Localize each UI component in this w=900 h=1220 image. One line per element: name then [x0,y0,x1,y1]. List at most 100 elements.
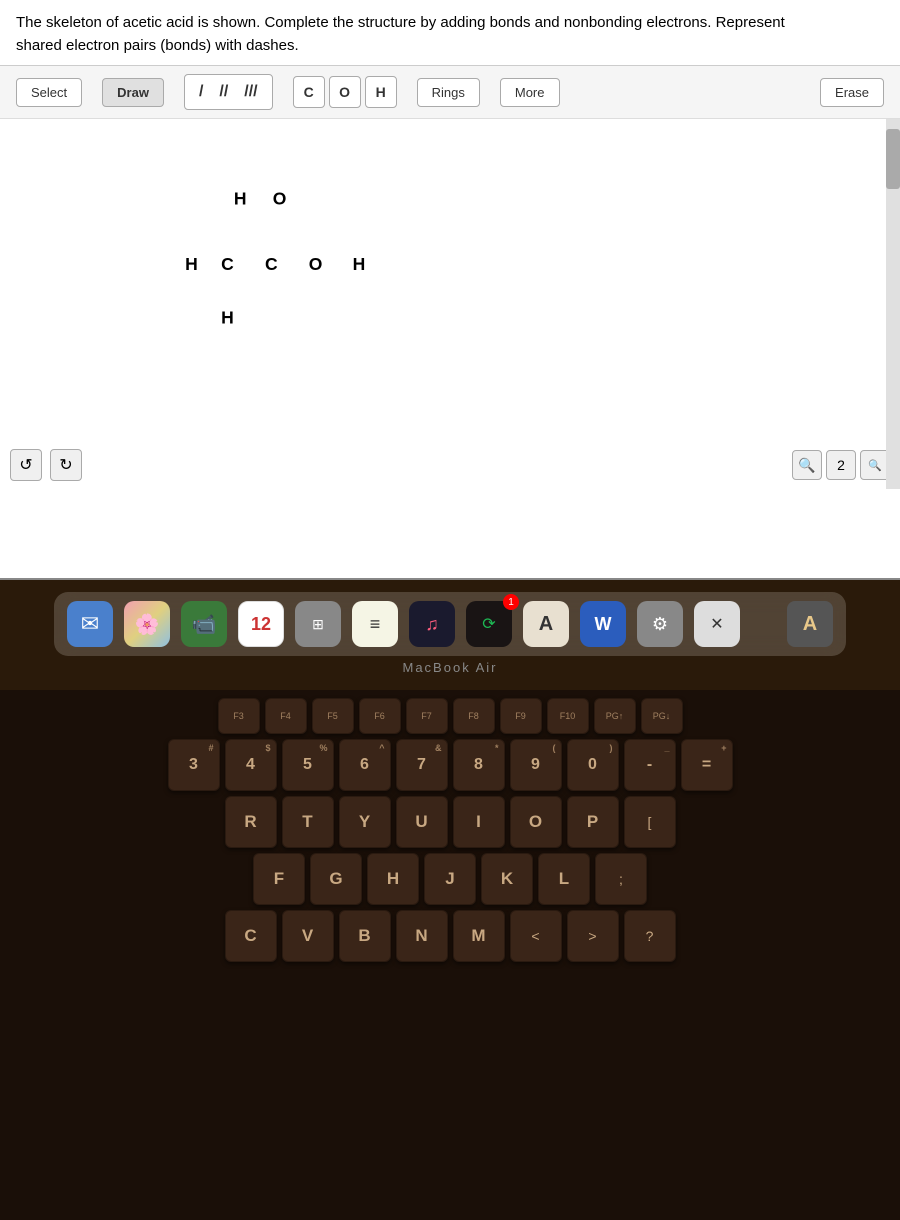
atom-H-left: H [185,254,198,274]
more-button[interactable]: More [500,78,560,107]
triple-bond-button[interactable]: /// [238,79,263,105]
key-slash[interactable]: ? [624,910,676,962]
rings-button[interactable]: Rings [417,78,480,107]
atom-C-right: C [265,254,278,274]
key-p[interactable]: P [567,796,619,848]
key-j[interactable]: J [424,853,476,905]
asdf-row: F G H J K L ; [20,853,880,905]
select-button[interactable]: Select [16,78,82,107]
key-f3[interactable]: F3 [218,698,260,734]
dock-reminders[interactable]: ≡ [349,598,401,650]
dock-spotify[interactable]: ⟳ 1 [463,598,515,650]
key-5[interactable]: % 5 [282,739,334,791]
key-v[interactable]: V [282,910,334,962]
dock-word[interactable]: W [577,598,629,650]
key-i[interactable]: I [453,796,505,848]
key-c-left[interactable]: C [225,910,277,962]
atom-O-top: O [273,189,287,209]
scrollbar[interactable] [886,119,900,489]
atom-H-right: H [353,254,366,274]
key-h[interactable]: H [367,853,419,905]
key-f10[interactable]: F10 [547,698,589,734]
key-6[interactable]: ^ 6 [339,739,391,791]
hydrogen-button[interactable]: H [365,76,397,108]
key-f7[interactable]: F7 [406,698,448,734]
key-o[interactable]: O [510,796,562,848]
keyboard: F3 F4 F5 F6 F7 F8 F9 F10 PG↑ PG↓ # 3 $ 4… [0,690,900,1220]
dock-mail[interactable]: ✉ [64,598,116,650]
key-f5[interactable]: F5 [312,698,354,734]
macos-area: ✉ 🌸 📹 12 ⊞ ≡ ♫ ⟳ 1 A W ⚙ [0,580,900,1200]
key-f[interactable]: F [253,853,305,905]
key-u[interactable]: U [396,796,448,848]
atom-C-left: C [221,254,234,274]
key-y[interactable]: Y [339,796,391,848]
key-t[interactable]: T [282,796,334,848]
dock-launchpad[interactable]: ⊞ [292,598,344,650]
key-8[interactable]: * 8 [453,739,505,791]
dock-settings[interactable]: ⚙ [634,598,686,650]
single-bond-button[interactable]: / [193,79,209,105]
erase-button[interactable]: Erase [820,78,884,107]
key-l[interactable]: L [538,853,590,905]
macbook-label: MacBook Air [403,660,498,675]
draw-button[interactable]: Draw [102,78,164,107]
redo-button[interactable]: ↻ [50,449,82,481]
dock-font[interactable]: A [520,598,572,650]
key-f12[interactable]: PG↓ [641,698,683,734]
num-key-row: # 3 $ 4 % 5 ^ 6 & 7 * 8 [20,739,880,791]
zoom-controls: 🔍 2 🔍 [792,450,890,480]
key-semicolon[interactable]: ; [595,853,647,905]
key-0[interactable]: ) 0 [567,739,619,791]
zoom-reset-button[interactable]: 2 [826,450,856,480]
undo-redo: ↺ ↻ [10,449,82,481]
double-bond-button[interactable]: // [213,79,234,105]
key-f6[interactable]: F6 [359,698,401,734]
key-k[interactable]: K [481,853,533,905]
element-buttons: C O H [293,76,397,108]
dock-photos[interactable]: 🌸 [121,598,173,650]
zxcv-row: C V B N M < > ? [20,910,880,962]
problem-text: The skeleton of acetic acid is shown. Co… [0,0,900,66]
key-comma[interactable]: < [510,910,562,962]
key-9[interactable]: ( 9 [510,739,562,791]
dock: ✉ 🌸 📹 12 ⊞ ≡ ♫ ⟳ 1 A W ⚙ [54,592,846,656]
key-period[interactable]: > [567,910,619,962]
oxygen-button[interactable]: O [329,76,361,108]
dock-facetime[interactable]: 📹 [178,598,230,650]
molecule-svg: H O H C C O H H [0,119,900,489]
toolbar: Select Draw / // /// C O H Rings More Er… [0,66,900,119]
scrollbar-thumb[interactable] [886,129,900,189]
key-f4[interactable]: F4 [265,698,307,734]
undo-button[interactable]: ↺ [10,449,42,481]
bottom-toolbar: ↺ ↻ 🔍 2 🔍 [10,449,890,481]
dock-calendar[interactable]: 12 [235,598,287,650]
key-3[interactable]: # 3 [168,739,220,791]
key-plus[interactable]: + = [681,739,733,791]
zoom-in-button[interactable]: 🔍 [792,450,822,480]
key-b[interactable]: B [339,910,391,962]
qwerty-row: R T Y U I O P [ [20,796,880,848]
atom-O-right: O [309,254,323,274]
key-7[interactable]: & 7 [396,739,448,791]
key-f8[interactable]: F8 [453,698,495,734]
key-f9[interactable]: F9 [500,698,542,734]
key-4[interactable]: $ 4 [225,739,277,791]
dock-close[interactable]: ✕ [691,598,743,650]
key-f11[interactable]: PG↑ [594,698,636,734]
key-r[interactable]: R [225,796,277,848]
key-m[interactable]: M [453,910,505,962]
canvas-area[interactable]: H O H C C O H H ↺ ↻ 🔍 2 🔍 [0,119,900,489]
toolbar-right: Erase [820,78,884,107]
dock-a-right[interactable]: A [784,598,836,650]
carbon-button[interactable]: C [293,76,325,108]
key-g[interactable]: G [310,853,362,905]
key-n[interactable]: N [396,910,448,962]
key-bracket-open[interactable]: [ [624,796,676,848]
key-dash[interactable]: _ - [624,739,676,791]
problem-line1: The skeleton of acetic acid is shown. Co… [16,14,785,31]
fn-key-row: F3 F4 F5 F6 F7 F8 F9 F10 PG↑ PG↓ [20,698,880,734]
bond-buttons: / // /// [184,74,273,110]
dock-music[interactable]: ♫ [406,598,458,650]
problem-line2: shared electron pairs (bonds) with dashe… [16,37,299,54]
